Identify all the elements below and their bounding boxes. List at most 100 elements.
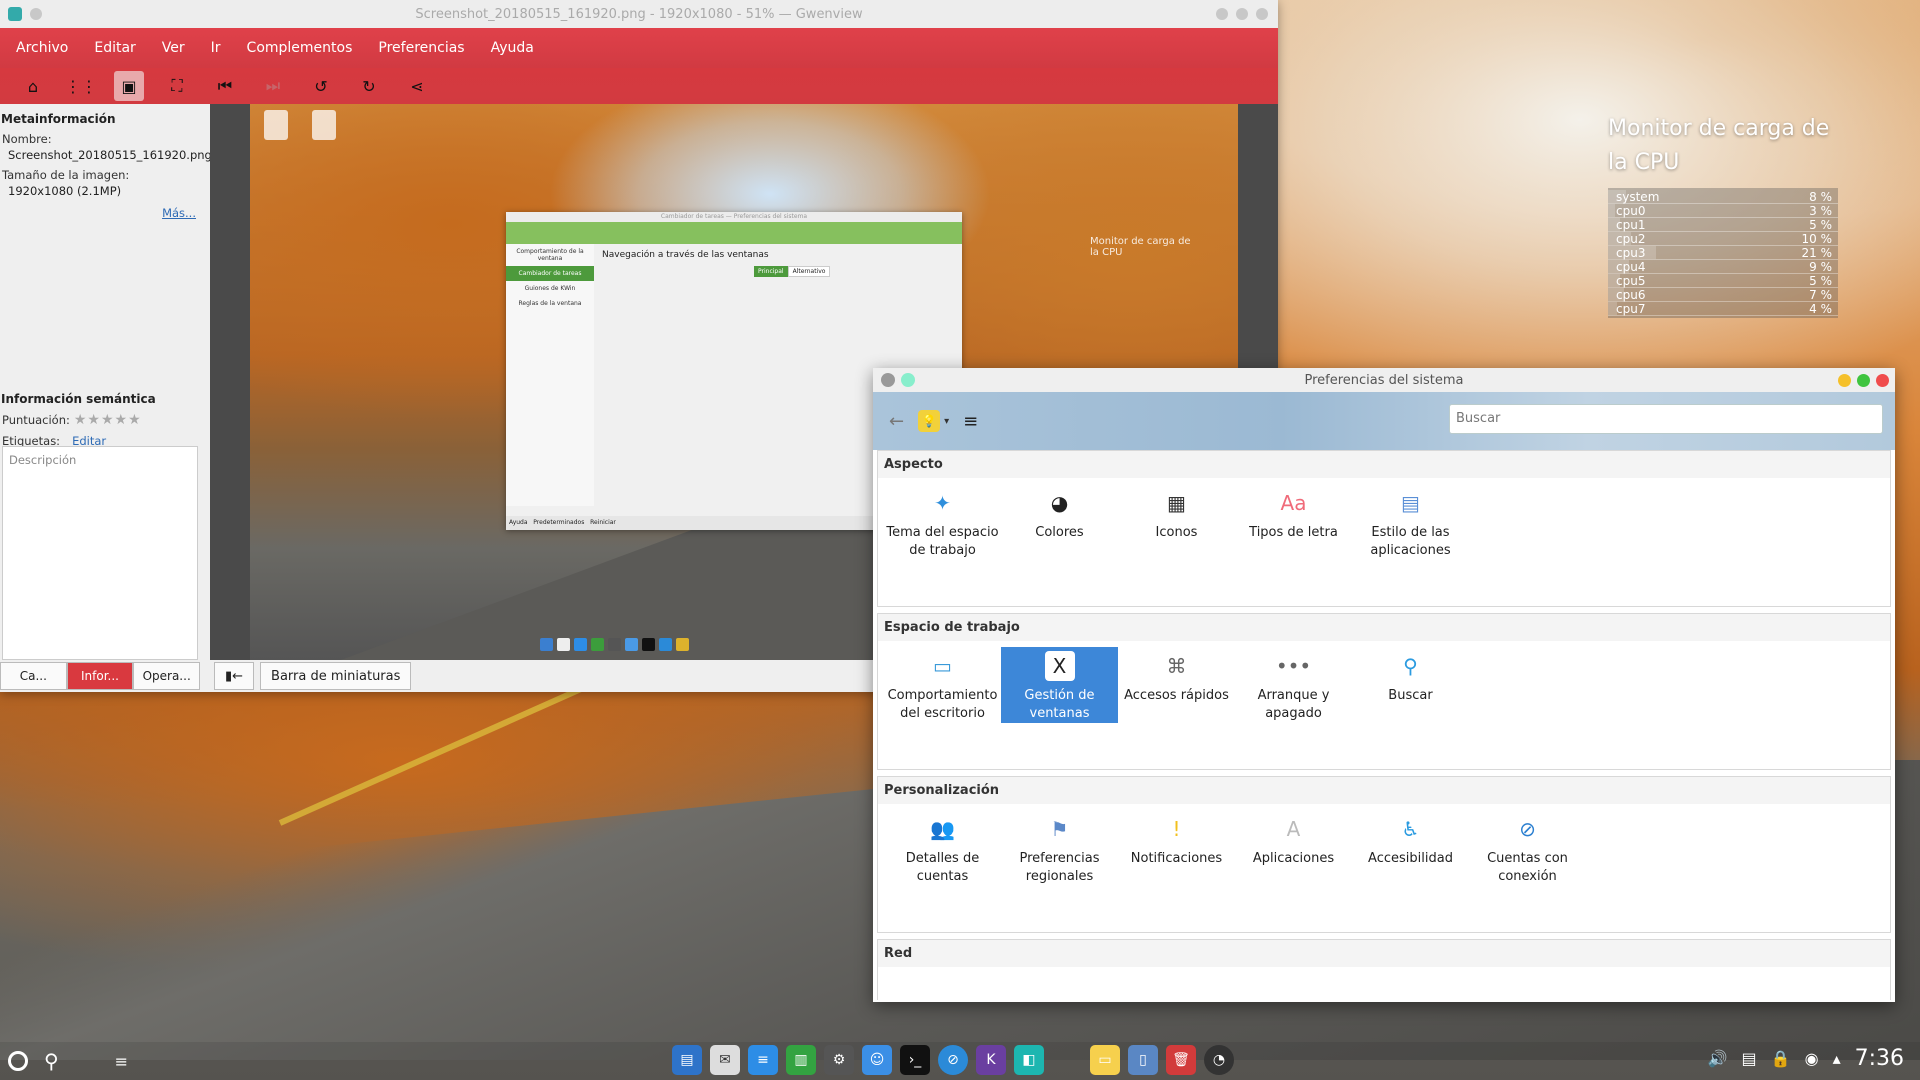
settings-item[interactable]: ▤ Estilo de las aplicaciones — [1352, 484, 1469, 606]
settings-item[interactable]: ♿ Accesibilidad — [1352, 810, 1469, 932]
settings-categories: Aspecto ✦ Tema del espacio de trabajo ◕ Colo… — [877, 450, 1891, 1000]
settings-item-label: Estilo de las aplicaciones — [1370, 525, 1451, 558]
settings-item-label: Comportamiento del escritorio — [887, 688, 998, 721]
settings-section: Red — [877, 939, 1891, 1000]
toggle-sidebar-button[interactable]: ▮← — [214, 662, 255, 690]
sidebar-tabs: Ca... Infor... Opera... — [0, 662, 201, 690]
cpu-value: 8 % — [1809, 190, 1832, 204]
cpu-row: cpu2 10 % — [1608, 232, 1838, 246]
settings-item[interactable]: ⊘ Cuentas con conexión — [1469, 810, 1586, 932]
tab-carpetas[interactable]: Ca... — [0, 662, 67, 690]
terminal-icon[interactable]: ›_ — [900, 1045, 930, 1075]
settings-item-label: Colores — [1035, 525, 1084, 540]
search-input[interactable]: Buscar — [1449, 404, 1883, 434]
settings-titlebar[interactable]: Preferencias del sistema — [873, 368, 1895, 392]
tray-expand-icon[interactable]: ▴ — [1833, 1049, 1841, 1068]
settings-item[interactable]: ⌘ Accesos rápidos — [1118, 647, 1235, 769]
hamburger-menu-icon[interactable]: ≡ — [963, 411, 978, 432]
settings-item[interactable]: ✦ Tema del espacio de trabajo — [884, 484, 1001, 606]
cpu-name: cpu7 — [1616, 302, 1646, 316]
lock-icon[interactable]: 🔒 — [1771, 1049, 1791, 1068]
chevron-down-icon[interactable]: ▾ — [944, 416, 949, 427]
minimize-button[interactable] — [1838, 374, 1851, 387]
menu-icon[interactable]: ≡ — [115, 1052, 128, 1071]
section-heading: Red — [878, 940, 1890, 967]
description-field[interactable]: Descripción — [2, 446, 198, 660]
settings-item[interactable]: 👥 Detalles de cuentas — [884, 810, 1001, 932]
writer-icon[interactable]: ≡ — [748, 1045, 778, 1075]
nested-title: Cambiador de tareas — Preferencias del s… — [506, 212, 962, 222]
finder-icon[interactable]: ☺ — [862, 1045, 892, 1075]
trash-icon[interactable]: 🗑 — [1166, 1045, 1196, 1075]
home-icon[interactable]: ⌂ — [18, 71, 48, 101]
mail-icon[interactable]: ✉ — [710, 1045, 740, 1075]
close-button[interactable] — [1256, 8, 1268, 20]
rating-stars[interactable]: ★★★★★ — [74, 412, 142, 428]
view-image-icon[interactable]: ▣ — [114, 71, 144, 101]
spectacle-icon[interactable]: ◧ — [1014, 1045, 1044, 1075]
cpu-name: system — [1616, 190, 1660, 204]
gwenview-sidebar: Metainformación Nombre: Screenshot_20180… — [0, 104, 212, 692]
clipboard-icon[interactable]: ▤ — [1742, 1049, 1757, 1068]
settings-item[interactable]: ⚲ Buscar — [1352, 647, 1469, 769]
cpu-name: cpu3 — [1616, 246, 1646, 260]
settings-item[interactable]: ▦ Iconos — [1118, 484, 1235, 606]
dashboard-icon[interactable]: ◔ — [1204, 1045, 1234, 1075]
share-icon[interactable]: ⋖ — [402, 71, 432, 101]
settings-item[interactable]: ▭ Comportamiento del escritorio — [884, 647, 1001, 769]
section-items: ▭ Comportamiento del escritorio X Gestión d… — [878, 641, 1890, 769]
close-button[interactable] — [1876, 374, 1889, 387]
next-icon[interactable]: ⏭ — [258, 71, 288, 101]
network-icon[interactable]: ◉ — [1805, 1049, 1819, 1068]
search-icon[interactable]: ⚲ — [44, 1049, 59, 1073]
settings-item[interactable]: ! Notificaciones — [1118, 810, 1235, 932]
browse-grid-icon[interactable]: ⋮⋮ — [65, 71, 97, 101]
fullscreen-icon[interactable]: ⛶ — [162, 71, 192, 101]
previous-icon[interactable]: ⏮ — [210, 71, 240, 101]
cpu-value: 10 % — [1801, 232, 1833, 246]
back-arrow-icon[interactable]: ← — [889, 411, 904, 432]
cpu-value: 7 % — [1809, 288, 1832, 302]
app-launcher-icon[interactable] — [8, 1051, 28, 1071]
settings-section: Personalización 👥 Detalles de cuentas ⚑ Pref… — [877, 776, 1891, 933]
image-desktop-icons — [264, 110, 336, 140]
tab-operaciones[interactable]: Opera... — [133, 662, 201, 690]
menu-ver[interactable]: Ver — [162, 40, 185, 56]
kv-icon[interactable]: K — [976, 1045, 1006, 1075]
more-link[interactable]: Más... — [162, 206, 196, 220]
lightbulb-icon[interactable]: 💡 — [918, 410, 941, 432]
thumbnail-bar-button[interactable]: Barra de miniaturas — [260, 662, 412, 690]
files-icon[interactable]: ▤ — [672, 1045, 702, 1075]
settings-section: Espacio de trabajo ▭ Comportamiento del es… — [877, 613, 1891, 770]
maximize-button[interactable] — [1857, 374, 1870, 387]
settings-icon[interactable]: ⚙ — [824, 1045, 854, 1075]
rotate-right-icon[interactable]: ↻ — [354, 71, 384, 101]
settings-item[interactable]: ••• Arranque y apagado — [1235, 647, 1352, 769]
menu-archivo[interactable]: Archivo — [16, 40, 68, 56]
size-value: 1920x1080 (2.1MP) — [8, 184, 122, 198]
settings-item[interactable]: ◕ Colores — [1001, 484, 1118, 606]
gwenview-titlebar[interactable]: Screenshot_20180515_161920.png - 1920x10… — [0, 0, 1278, 28]
minimize-button[interactable] — [1216, 8, 1228, 20]
cpu-value: 5 % — [1809, 218, 1832, 232]
settings-item[interactable]: X Gestión de ventanas — [1001, 647, 1118, 723]
volume-icon[interactable]: 🔊 — [1708, 1049, 1728, 1068]
maximize-button[interactable] — [1236, 8, 1248, 20]
browser-icon[interactable]: ⊘ — [938, 1045, 968, 1075]
tab-informacion[interactable]: Infor... — [66, 662, 134, 690]
settings-item[interactable]: Aa Tipos de letra — [1235, 484, 1352, 606]
menu-ir[interactable]: Ir — [211, 40, 221, 56]
settings-item[interactable]: ⚑ Preferencias regionales — [1001, 810, 1118, 932]
shortcuts-icon: ⌘ — [1166, 654, 1187, 678]
documents-icon[interactable]: ▯ — [1128, 1045, 1158, 1075]
clock[interactable]: 7:36 — [1855, 1046, 1904, 1071]
cpu-monitor-title: Monitor de carga de la CPU — [1608, 116, 1830, 175]
settings-item[interactable]: A Aplicaciones — [1235, 810, 1352, 932]
menu-ayuda[interactable]: Ayuda — [491, 40, 534, 56]
notes-icon[interactable]: ▭ — [1090, 1045, 1120, 1075]
menu-preferencias[interactable]: Preferencias — [378, 40, 464, 56]
calc-icon[interactable]: ▥ — [786, 1045, 816, 1075]
menu-editar[interactable]: Editar — [94, 40, 135, 56]
menu-complementos[interactable]: Complementos — [247, 40, 353, 56]
rotate-left-icon[interactable]: ↺ — [306, 71, 336, 101]
